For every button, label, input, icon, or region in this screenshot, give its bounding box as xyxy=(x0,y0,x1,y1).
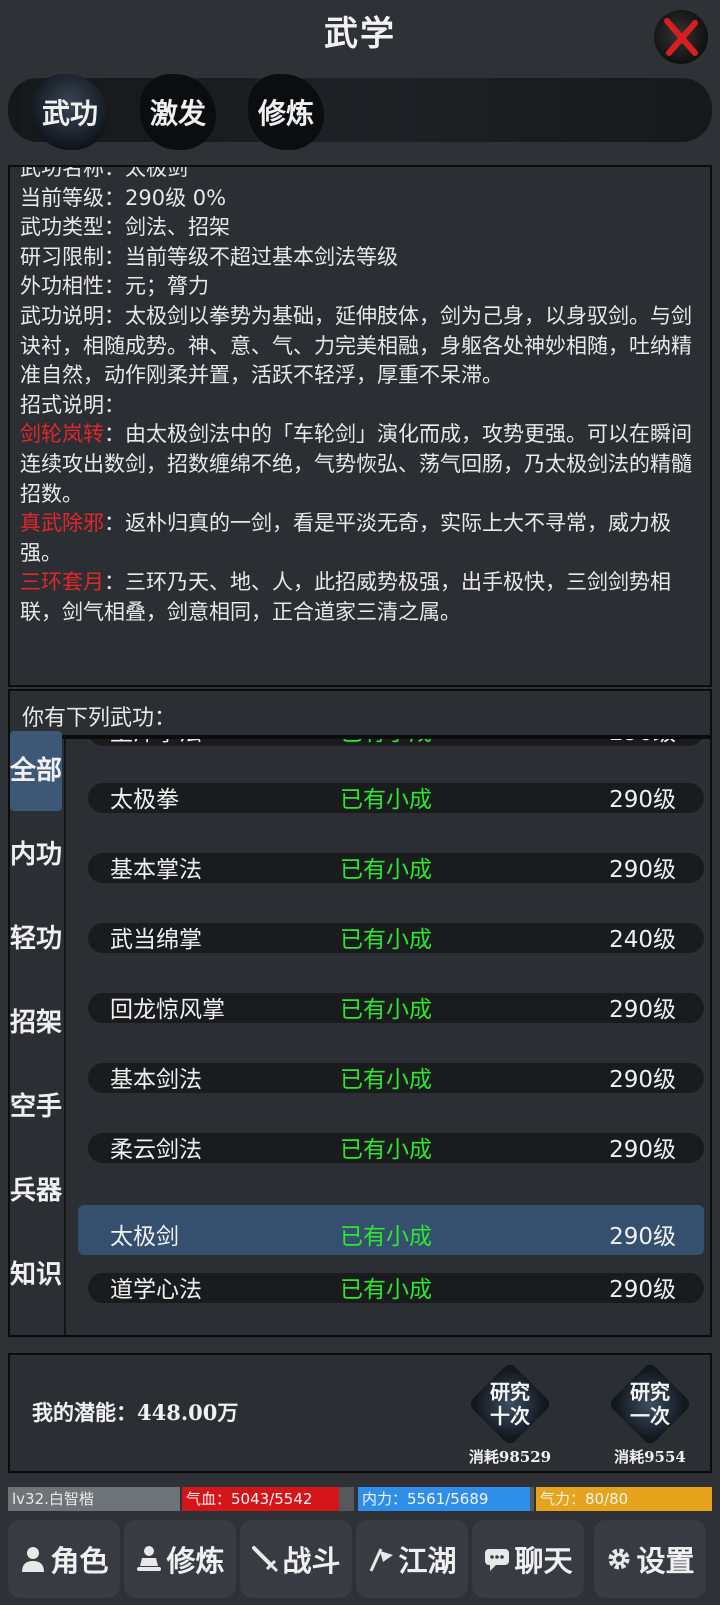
research-one-cost: 消耗9554 xyxy=(614,1448,686,1466)
page-title: 武学 xyxy=(324,14,396,54)
qi-text: 气力：80/80 xyxy=(540,1490,629,1508)
tab-jifa[interactable]: 激发 xyxy=(132,70,224,154)
hp-text: 气血：5043/5542 xyxy=(186,1490,313,1508)
move-1: 剑轮岚转：由太极剑法中的「车轮剑」演化而成，攻势更强。可以在瞬间连续攻出数剑，招… xyxy=(20,420,700,509)
move-3: 三环套月：三环乃天、地、人，此招威势极强，出手极快，三剑剑势相联，剑气相叠，剑意… xyxy=(20,568,700,627)
skill-limit: 研习限制：当前等级不超过基本剑法等级 xyxy=(20,244,398,269)
skill-affinity: 外功相性：元；膂力 xyxy=(20,274,209,299)
nav-settings[interactable]: 设置 xyxy=(594,1520,706,1598)
tab-xiulian[interactable]: 修炼 xyxy=(240,70,332,154)
move-name: 真武除邪 xyxy=(20,511,104,536)
category-kongshou[interactable]: 空手 xyxy=(10,1067,62,1147)
skill-row[interactable]: 道学心法 已有小成 290级 xyxy=(78,1260,704,1310)
status-bar: lv32.白智楷 气血：5043/5542 内力：5561/5689 气力：80… xyxy=(8,1487,712,1511)
sword-icon xyxy=(252,1546,279,1573)
skill-row[interactable]: 玉泽掌法已有小成290级 xyxy=(78,739,704,753)
move-desc: ：由太极剑法中的「车轮剑」演化而成，攻势更强。可以在瞬间连续攻出数剑，招数缠绵不… xyxy=(20,422,692,506)
mp-text: 内力：5561/5689 xyxy=(362,1490,489,1508)
research-ten-button[interactable]: 研究十次 消耗98529 xyxy=(466,1366,554,1467)
tab-wugong[interactable]: 武功 xyxy=(24,70,116,154)
owned-skills-label: 你有下列武功： xyxy=(8,689,712,737)
nav-battle[interactable]: 战斗 xyxy=(240,1520,352,1598)
qi-bar: 气力：80/80 xyxy=(536,1487,712,1511)
skill-row[interactable]: 回龙惊风掌 已有小成 290级 xyxy=(78,980,704,1030)
skill-list[interactable]: 玉泽掌法已有小成290级 太极拳已有小成290级 基本掌法已有小成290级 武当… xyxy=(68,739,710,1335)
category-all[interactable]: 全部 xyxy=(10,731,62,811)
skill-row[interactable]: 基本剑法 已有小成 290级 xyxy=(78,1050,704,1100)
flag-icon xyxy=(370,1548,394,1572)
close-icon xyxy=(664,18,698,56)
potential-label: 我的潜能：448.00万 xyxy=(32,1400,239,1425)
research-ten-cost: 消耗98529 xyxy=(468,1448,552,1466)
meditate-icon xyxy=(137,1546,162,1571)
chat-icon xyxy=(485,1549,510,1571)
skill-description: 武功说明：太极剑以拳势为基础，延伸肢体，剑为己身，以身驭剑。与剑诀衬，相随成势。… xyxy=(20,303,692,388)
move-desc: ：三环乃天、地、人，此招威势极强，出手极快，三剑剑势相联，剑气相叠，剑意相同，正… xyxy=(20,570,671,624)
skill-row[interactable]: 柔云剑法 已有小成 290级 xyxy=(78,1120,704,1170)
category-qinggong[interactable]: 轻功 xyxy=(10,899,62,979)
bottom-nav: 角色 修炼 战斗 江湖 聊天 设置 xyxy=(0,1520,720,1600)
category-bingqi[interactable]: 兵器 xyxy=(10,1151,62,1231)
skill-row-selected[interactable]: 太极剑 已有小成 290级 xyxy=(78,1205,704,1255)
skill-level: 当前等级：290级 0% xyxy=(20,185,227,210)
skill-type: 武功类型：剑法、招架 xyxy=(20,215,230,240)
nav-chat[interactable]: 聊天 xyxy=(472,1520,584,1598)
nav-cultivate[interactable]: 修炼 xyxy=(124,1520,236,1598)
skill-info-panel[interactable]: 武功名称：太极剑 当前等级：290级 0% 武功类型：剑法、招架 研习限制：当前… xyxy=(8,165,712,687)
gear-icon xyxy=(608,1548,630,1570)
mp-bar: 内力：5561/5689 xyxy=(358,1487,534,1511)
nav-jianghu[interactable]: 江湖 xyxy=(356,1520,468,1598)
moves-header: 招式说明： xyxy=(20,392,125,417)
nav-character[interactable]: 角色 xyxy=(8,1520,120,1598)
research-one-button[interactable]: 研究一次 消耗9554 xyxy=(606,1366,694,1467)
category-zhaojia[interactable]: 招架 xyxy=(10,983,62,1063)
skill-row[interactable]: 武当绵掌 已有小成 240级 xyxy=(78,910,704,960)
category-zhishi[interactable]: 知识 xyxy=(10,1235,62,1315)
move-name: 剑轮岚转 xyxy=(20,422,104,447)
close-button[interactable] xyxy=(654,10,708,64)
move-name: 三环套月 xyxy=(20,570,104,595)
hp-bar: 气血：5043/5542 xyxy=(182,1487,354,1511)
person-icon xyxy=(22,1547,45,1572)
skill-name: 武功名称：太极剑 xyxy=(20,165,188,180)
skill-row[interactable]: 太极拳 已有小成 290级 xyxy=(78,770,704,820)
skill-row[interactable]: 基本掌法 已有小成 290级 xyxy=(78,840,704,890)
category-sidebar: 全部 内功 轻功 招架 空手 兵器 知识 xyxy=(10,731,66,1335)
move-2: 真武除邪：返朴归真的一剑，看是平淡无奇，实际上大不寻常，威力极强。 xyxy=(20,509,700,568)
player-name: lv32.白智楷 xyxy=(8,1487,180,1511)
sidebar-divider xyxy=(64,739,66,1335)
category-neigong[interactable]: 内功 xyxy=(10,815,62,895)
move-desc: ：返朴归真的一剑，看是平淡无奇，实际上大不寻常，威力极强。 xyxy=(20,511,671,565)
